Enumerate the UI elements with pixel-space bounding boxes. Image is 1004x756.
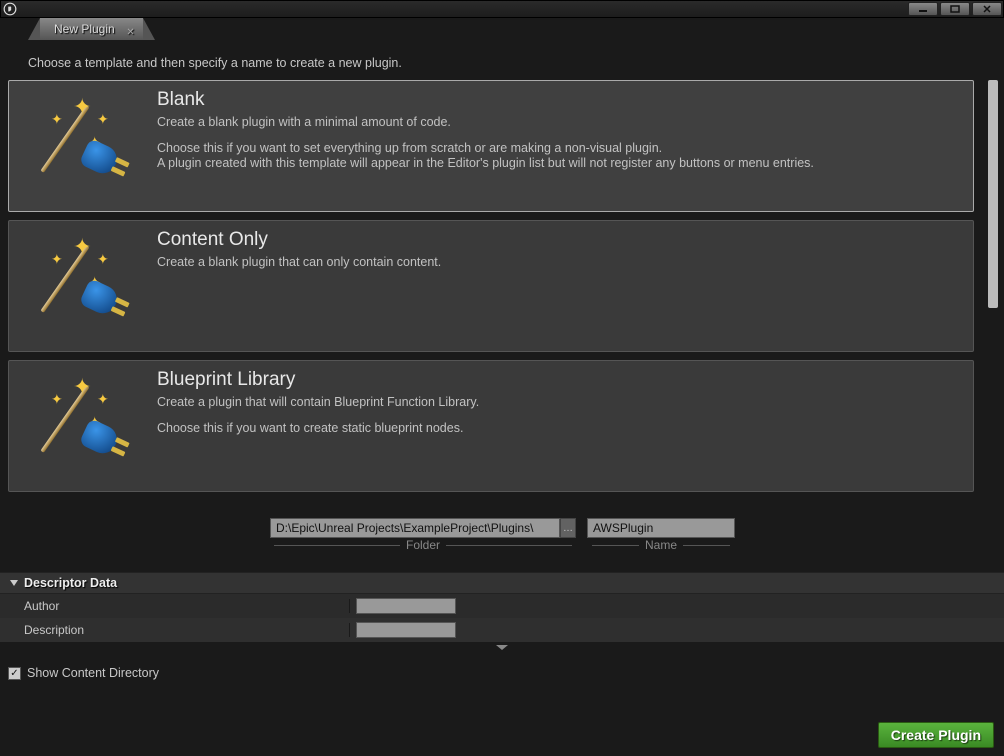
scrollbar[interactable]: [988, 80, 998, 308]
plugin-wizard-icon: ✦✦✦✦: [23, 229, 133, 339]
description-input[interactable]: [356, 622, 456, 638]
template-details: Choose this if you want to set everythin…: [157, 141, 814, 172]
maximize-button[interactable]: [940, 2, 970, 16]
template-title: Blank: [157, 89, 814, 111]
descriptor-header[interactable]: Descriptor Data: [0, 572, 1004, 594]
template-content-only[interactable]: ✦✦✦✦ Content Only Create a blank plugin …: [8, 220, 974, 352]
template-subtitle: Create a blank plugin that can only cont…: [157, 255, 441, 271]
minimize-button[interactable]: [908, 2, 938, 16]
template-title: Content Only: [157, 229, 441, 251]
browse-folder-button[interactable]: …: [560, 518, 576, 538]
folder-input[interactable]: [270, 518, 560, 538]
template-details: Choose this if you want to create static…: [157, 421, 479, 437]
create-plugin-button[interactable]: Create Plugin: [878, 722, 994, 748]
name-input[interactable]: [587, 518, 735, 538]
folder-label: Folder: [406, 538, 440, 552]
name-label: Name: [645, 538, 677, 552]
show-content-label: Show Content Directory: [27, 666, 159, 680]
show-content-checkbox[interactable]: ✓: [8, 667, 21, 680]
tab-new-plugin[interactable]: New Plugin ✕: [40, 18, 143, 40]
descriptor-row-description: Description: [0, 618, 1004, 642]
tab-label: New Plugin: [54, 22, 115, 36]
plugin-wizard-icon: ✦✦✦✦: [23, 369, 133, 479]
template-list: ✦✦✦✦ Blank Create a blank plugin with a …: [8, 80, 1000, 510]
descriptor-header-label: Descriptor Data: [24, 576, 117, 590]
descriptor-row-author: Author: [0, 594, 1004, 618]
caret-down-icon: [10, 580, 18, 586]
tab-bar: New Plugin ✕: [0, 18, 1004, 40]
description-label: Description: [0, 623, 350, 637]
template-subtitle: Create a blank plugin with a minimal amo…: [157, 115, 814, 131]
template-subtitle: Create a plugin that will contain Bluepr…: [157, 395, 479, 411]
plugin-wizard-icon: ✦✦✦✦: [23, 89, 133, 199]
expand-handle[interactable]: [0, 642, 1004, 652]
instruction-text: Choose a template and then specify a nam…: [0, 40, 1004, 80]
unreal-logo-icon: [3, 2, 17, 16]
author-label: Author: [0, 599, 350, 613]
template-blueprint-library[interactable]: ✦✦✦✦ Blueprint Library Create a plugin t…: [8, 360, 974, 492]
chevron-down-icon: [496, 645, 508, 650]
author-input[interactable]: [356, 598, 456, 614]
template-blank[interactable]: ✦✦✦✦ Blank Create a blank plugin with a …: [8, 80, 974, 212]
titlebar: [0, 0, 1004, 18]
close-button[interactable]: [972, 2, 1002, 16]
template-title: Blueprint Library: [157, 369, 479, 391]
